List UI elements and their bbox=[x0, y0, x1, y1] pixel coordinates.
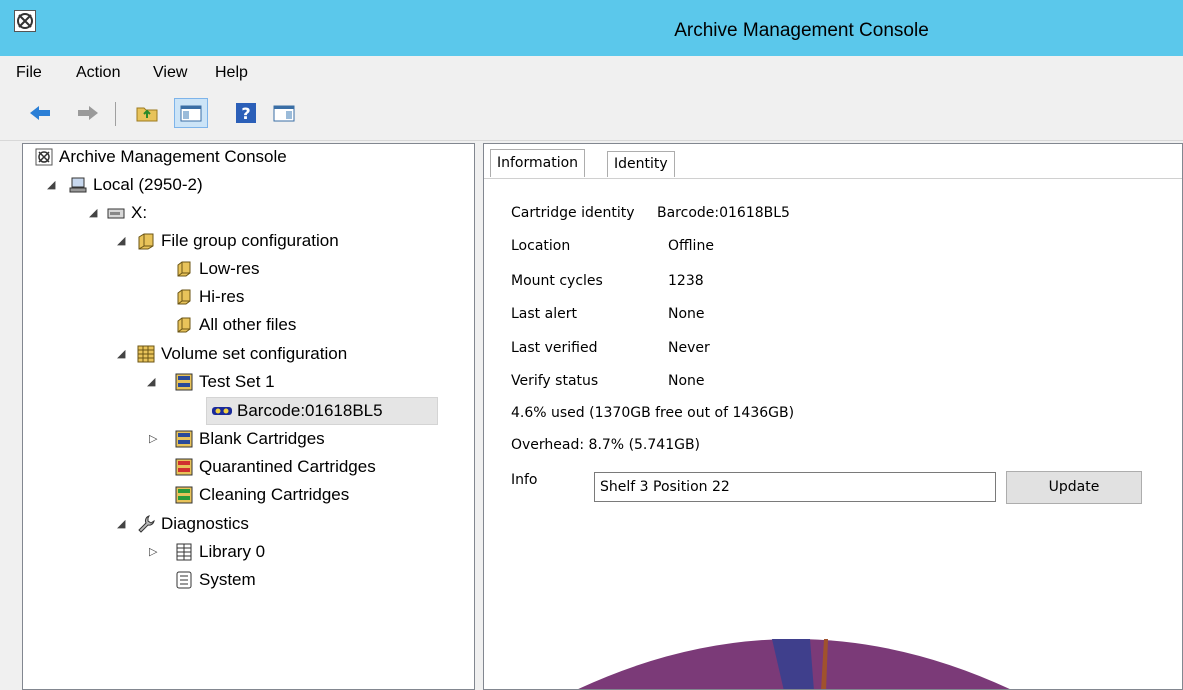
overhead-text: Overhead: 8.7% (5.741GB) bbox=[511, 437, 701, 453]
action-pane-icon[interactable] bbox=[272, 101, 296, 125]
svg-text:?: ? bbox=[241, 104, 250, 123]
menu-action[interactable]: Action bbox=[76, 64, 120, 82]
tree-label: Library 0 bbox=[199, 542, 266, 561]
cartridge-set-icon bbox=[175, 373, 193, 391]
verify-status-label: Verify status bbox=[511, 373, 599, 389]
show-hide-tree-icon[interactable] bbox=[174, 98, 208, 128]
info-input[interactable]: Shelf 3 Position 22 bbox=[594, 472, 996, 502]
library-icon bbox=[175, 543, 193, 561]
cartridge-set-icon bbox=[175, 486, 193, 504]
location-label: Location bbox=[511, 238, 571, 254]
collapse-arrow-icon[interactable]: ◢ bbox=[117, 341, 125, 367]
mount-cycles-value: 1238 bbox=[668, 273, 704, 289]
last-verified-value: Never bbox=[668, 340, 710, 356]
tree-label: Test Set 1 bbox=[199, 372, 275, 391]
tree-label: Low-res bbox=[199, 259, 260, 278]
info-label: Info bbox=[511, 472, 538, 488]
last-alert-value: None bbox=[668, 306, 705, 322]
file-group-icon bbox=[175, 316, 193, 334]
last-verified-label: Last verified bbox=[511, 340, 598, 356]
tab-information[interactable]: Information bbox=[490, 149, 586, 177]
toolbar-separator bbox=[115, 102, 116, 126]
window-title: Archive Management Console bbox=[674, 20, 929, 41]
tree-label: File group configuration bbox=[161, 231, 339, 250]
details-pane: Information Identity Cartridge identity … bbox=[483, 143, 1183, 690]
tab-strip: Information Identity bbox=[484, 144, 1182, 179]
tree-label: Barcode:01618BL5 bbox=[237, 401, 383, 420]
last-alert-label: Last alert bbox=[511, 306, 577, 322]
volume-set-icon bbox=[137, 345, 155, 363]
tree-label: Archive Management Console bbox=[59, 147, 287, 166]
tree-label: Diagnostics bbox=[161, 514, 249, 533]
mount-cycles-label: Mount cycles bbox=[511, 273, 603, 289]
collapse-arrow-icon[interactable]: ◢ bbox=[117, 228, 125, 254]
cartridge-set-icon bbox=[175, 430, 193, 448]
verify-status-value: None bbox=[668, 373, 705, 389]
usage-text: 4.6% used (1370GB free out of 1436GB) bbox=[511, 405, 795, 421]
tape-cartridge-icon bbox=[211, 402, 233, 420]
tree-label: Local (2950-2) bbox=[93, 175, 203, 194]
forward-arrow-icon[interactable] bbox=[76, 101, 100, 125]
file-group-icon bbox=[175, 288, 193, 306]
title-bar: Archive Management Console bbox=[0, 0, 1183, 56]
tree-label: Volume set configuration bbox=[161, 344, 348, 363]
tree-label: System bbox=[199, 570, 256, 589]
update-button[interactable]: Update bbox=[1006, 471, 1142, 504]
collapse-arrow-icon[interactable]: ◢ bbox=[117, 511, 125, 537]
computer-icon bbox=[69, 176, 87, 194]
cartridge-identity-value: Barcode:01618BL5 bbox=[657, 205, 790, 221]
up-folder-icon[interactable] bbox=[135, 101, 159, 125]
tree-pane: Archive Management Console ◢ Local (2950… bbox=[22, 143, 475, 690]
drive-icon bbox=[107, 204, 125, 222]
toolbar: ? bbox=[0, 88, 1183, 141]
tree-node-barcode[interactable]: Barcode:01618BL5 bbox=[206, 397, 438, 425]
tree-label: Cleaning Cartridges bbox=[199, 485, 350, 504]
menu-view[interactable]: View bbox=[153, 64, 187, 82]
tab-identity[interactable]: Identity bbox=[607, 151, 675, 177]
back-arrow-icon[interactable] bbox=[28, 101, 52, 125]
help-icon[interactable]: ? bbox=[234, 101, 258, 125]
collapse-arrow-icon[interactable]: ◢ bbox=[89, 200, 97, 226]
wrench-icon bbox=[137, 515, 155, 533]
menu-file[interactable]: File bbox=[16, 64, 42, 82]
location-value: Offline bbox=[668, 238, 714, 254]
cartridge-identity-label: Cartridge identity bbox=[511, 205, 635, 221]
console-icon bbox=[35, 148, 53, 166]
system-icon bbox=[175, 571, 193, 589]
pane-splitter[interactable] bbox=[475, 143, 483, 690]
expand-arrow-icon[interactable]: ▷ bbox=[149, 426, 157, 452]
tree-label: All other files bbox=[199, 315, 297, 334]
tree-label: Hi-res bbox=[199, 287, 245, 306]
file-group-icon bbox=[137, 232, 155, 250]
collapse-arrow-icon[interactable]: ◢ bbox=[47, 172, 55, 198]
tree-label: X: bbox=[131, 203, 148, 222]
file-group-icon bbox=[175, 260, 193, 278]
expand-arrow-icon[interactable]: ▷ bbox=[149, 539, 157, 565]
tree-label: Blank Cartridges bbox=[199, 429, 325, 448]
usage-pie-chart bbox=[578, 639, 1010, 689]
collapse-arrow-icon[interactable]: ◢ bbox=[147, 369, 155, 395]
menu-help[interactable]: Help bbox=[215, 64, 248, 82]
tree-label: Quarantined Cartridges bbox=[199, 457, 376, 476]
cartridge-set-icon bbox=[175, 458, 193, 476]
menu-bar: File Action View Help bbox=[0, 56, 1183, 88]
